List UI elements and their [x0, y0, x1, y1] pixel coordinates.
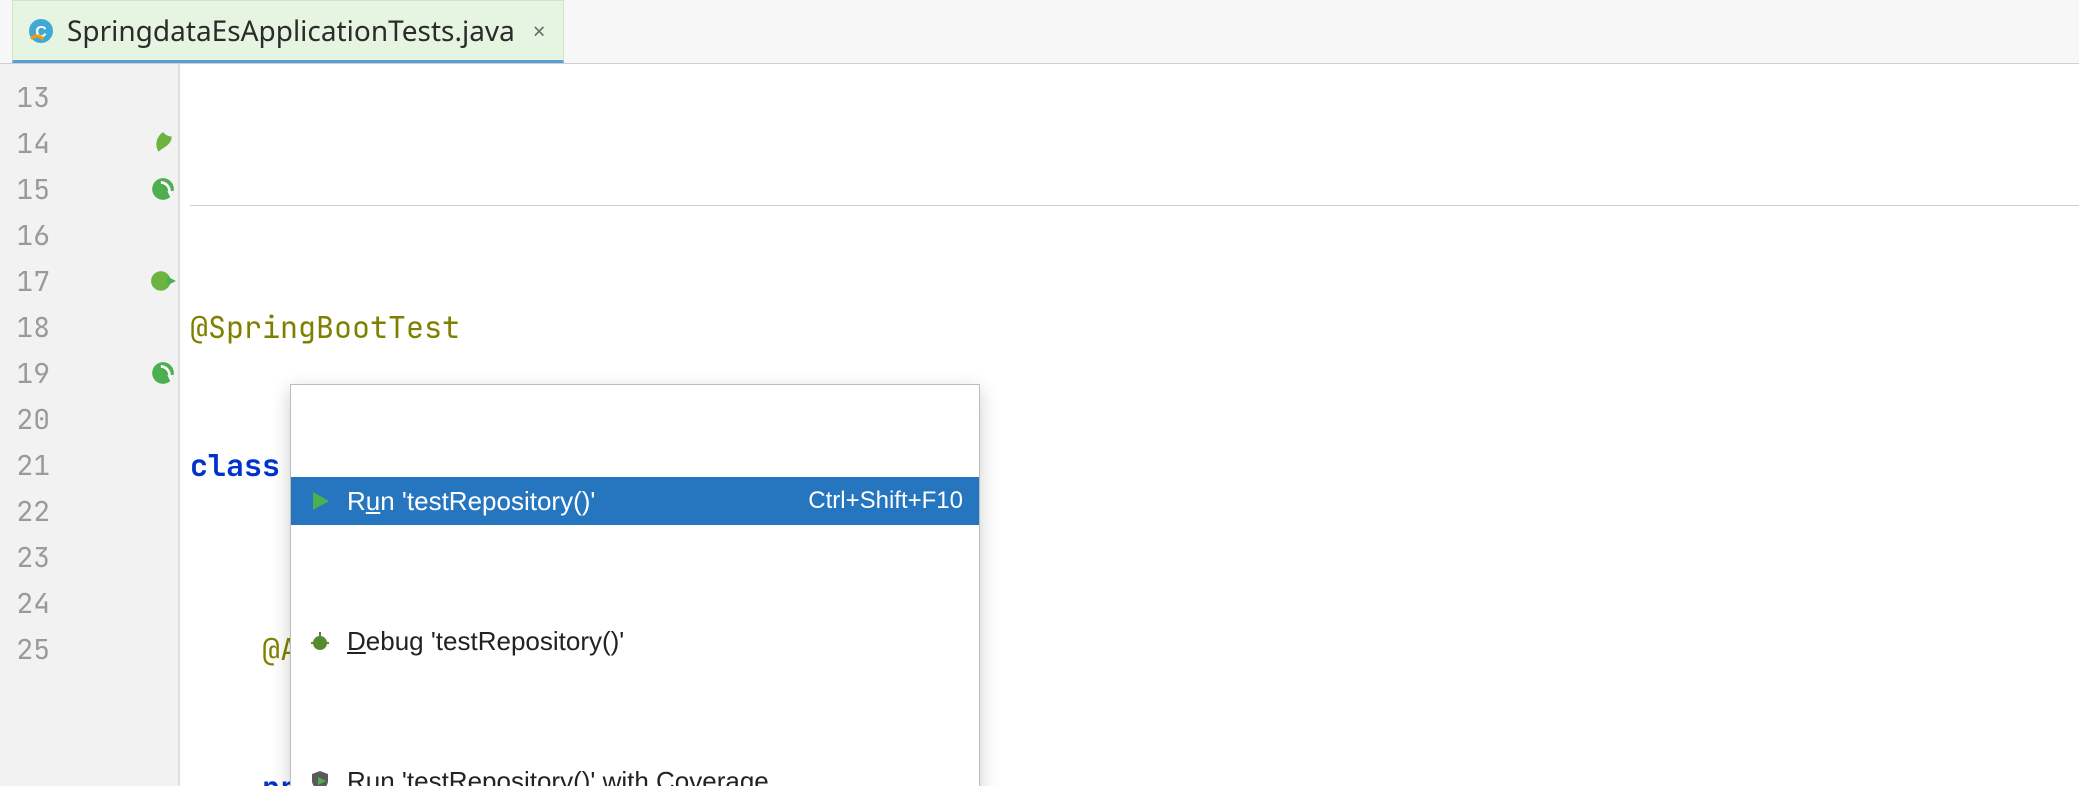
line-number: 13 — [0, 79, 60, 116]
bug-icon — [307, 628, 333, 654]
line-number: 16 — [0, 217, 60, 254]
run-icon — [307, 488, 333, 514]
gutter: 13 14 15 16 17 18 19 20 21 — [0, 64, 180, 786]
line-number: 18 — [0, 309, 60, 346]
editor-area: 13 14 15 16 17 18 19 20 21 — [0, 64, 2079, 786]
shield-run-icon — [307, 768, 333, 786]
line-number: 15 — [0, 171, 60, 208]
line-number: 19 — [0, 355, 60, 392]
menu-item-coverage[interactable]: Run 'testRepository()' with Coverage — [291, 757, 979, 786]
close-icon[interactable]: × — [527, 16, 546, 46]
line-number: 22 — [0, 493, 60, 530]
spring-leaf-icon[interactable] — [148, 128, 178, 158]
tab-bar: C SpringdataEsApplicationTests.java × — [0, 0, 2079, 64]
keyword: class — [190, 445, 280, 485]
java-class-icon: C — [27, 17, 55, 45]
run-test-icon[interactable] — [148, 358, 178, 388]
menu-item-debug[interactable]: Debug 'testRepository()' — [291, 617, 979, 665]
code-area[interactable]: @SpringBootTest class SpringdataEsApplic… — [180, 64, 2079, 786]
run-test-icon[interactable] — [148, 174, 178, 204]
bean-icon[interactable] — [148, 266, 178, 296]
line-number: 14 — [0, 125, 60, 162]
file-tab[interactable]: C SpringdataEsApplicationTests.java × — [12, 0, 564, 63]
annotation: @SpringBootTest — [190, 307, 460, 347]
run-context-menu: Run 'testRepository()' Ctrl+Shift+F10 De… — [290, 384, 980, 786]
menu-item-run[interactable]: Run 'testRepository()' Ctrl+Shift+F10 — [291, 477, 979, 525]
line-number: 25 — [0, 631, 60, 668]
file-tab-label: SpringdataEsApplicationTests.java — [67, 12, 515, 50]
line-number: 17 — [0, 263, 60, 300]
line-number: 21 — [0, 447, 60, 484]
method-separator — [190, 205, 2079, 206]
line-number: 24 — [0, 585, 60, 622]
line-number: 23 — [0, 539, 60, 576]
line-number: 20 — [0, 401, 60, 438]
menu-shortcut: Ctrl+Shift+F10 — [808, 478, 963, 524]
